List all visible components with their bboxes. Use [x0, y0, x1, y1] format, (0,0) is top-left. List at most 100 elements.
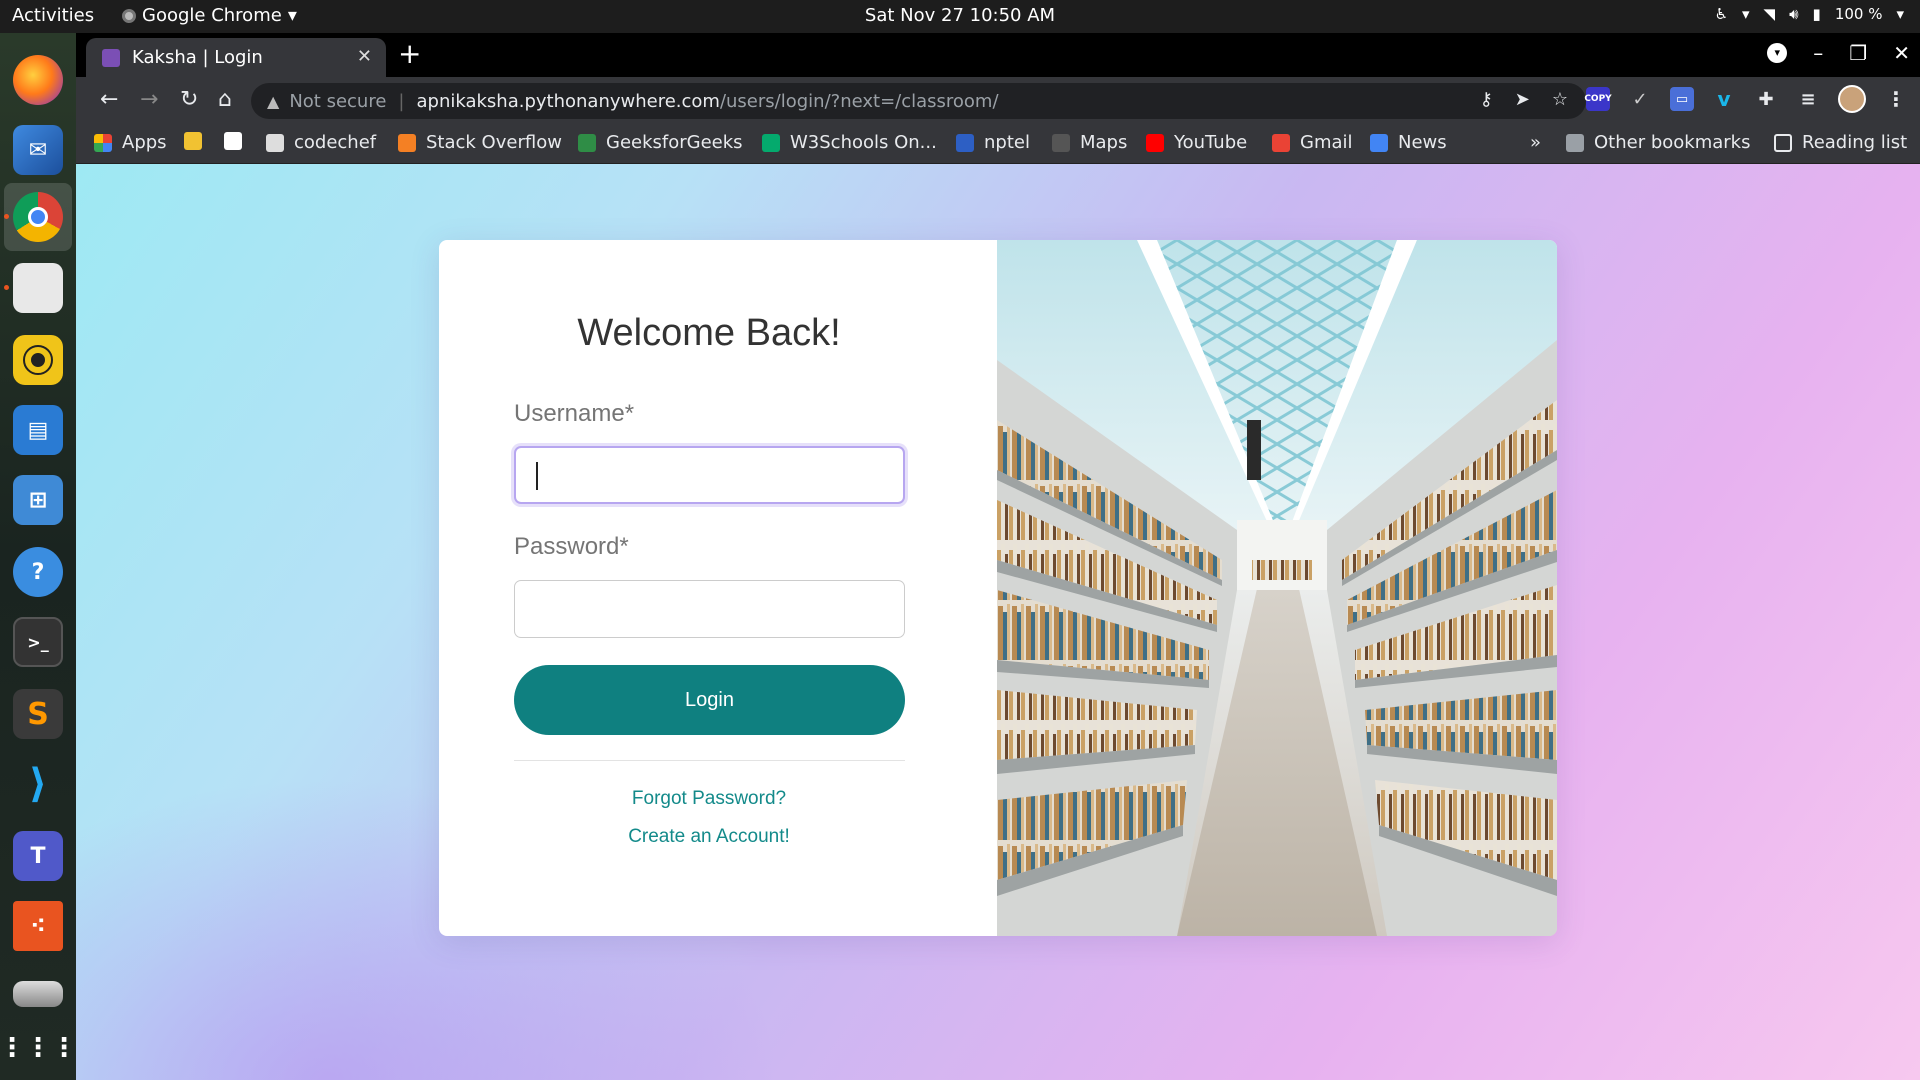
bookmark-apps[interactable]: Apps	[94, 132, 167, 153]
library-illustration	[997, 240, 1557, 936]
sublime-text-icon[interactable]: S	[13, 689, 63, 739]
bookmark-label: GeeksforGeeks	[606, 132, 743, 153]
bookmark-maps[interactable]: Maps	[1052, 132, 1127, 153]
bookmark-label: codechef	[294, 132, 377, 153]
copy-extension-icon[interactable]: COPY	[1584, 87, 1612, 111]
photo-icon	[184, 132, 202, 150]
codechef-icon	[266, 133, 284, 152]
accessibility-icon[interactable]: ♿︎	[1715, 5, 1728, 23]
battery-level: 100 %	[1834, 5, 1883, 23]
url-host: apnikaksha.pythonanywhere.com	[416, 90, 720, 112]
bookmark-photo[interactable]	[184, 132, 202, 150]
bookmark-youtube[interactable]: YouTube	[1146, 132, 1247, 153]
library-image	[997, 240, 1557, 936]
help-icon[interactable]: ?	[13, 547, 63, 597]
reading-list-button[interactable]: Reading list	[1774, 132, 1907, 153]
bookmark-other-bookmarks[interactable]: Other bookmarks	[1566, 132, 1750, 153]
teams-icon[interactable]: T	[13, 831, 63, 881]
tab-kaksha-login[interactable]: Kaksha | Login ✕	[86, 38, 386, 77]
check-extension-icon[interactable]: ✓	[1628, 87, 1652, 111]
new-tab-button[interactable]: +	[398, 40, 421, 68]
dock: ✉ ▤ ⊞ ? >_ S ⟩ T ⁖ ⋮⋮⋮	[0, 33, 77, 1080]
chrome-icon	[122, 8, 136, 23]
puzzle-icon[interactable]: ✚	[1754, 87, 1778, 111]
bookmark-label: Maps	[1080, 132, 1128, 153]
login-button[interactable]: Login	[514, 665, 905, 735]
home-icon[interactable]: ⌂	[218, 87, 232, 112]
chevron-down-icon: ▾	[1742, 5, 1750, 23]
close-window-icon[interactable]: ✕	[1893, 41, 1910, 65]
kebab-menu-icon[interactable]: ⋮	[1884, 87, 1908, 111]
chevron-down-icon: ▾	[1896, 5, 1904, 23]
username-label: Username*	[514, 400, 635, 427]
reload-icon[interactable]: ↻	[180, 87, 198, 112]
bookmark-nptel[interactable]: nptel	[956, 132, 1030, 153]
activities-button[interactable]: Activities	[12, 5, 94, 26]
system-tray[interactable]: ♿︎ ▾ ◥ 🔊︎ ▮ 100 % ▾	[1715, 5, 1904, 23]
kaksha-favicon-icon	[102, 48, 120, 67]
back-icon[interactable]: ←	[100, 87, 118, 112]
terminal-icon[interactable]: >_	[13, 617, 63, 667]
reading-list-icon	[1774, 133, 1792, 152]
divider	[514, 760, 905, 761]
media-control-icon[interactable]: ≡	[1796, 87, 1820, 111]
profile-avatar[interactable]	[1838, 85, 1866, 113]
firefox-icon[interactable]	[13, 55, 63, 105]
running-indicator	[4, 285, 9, 290]
show-apps-icon[interactable]: ⋮⋮⋮	[0, 1023, 77, 1073]
bookmark-label: Stack Overflow	[426, 132, 562, 153]
writer-icon[interactable]: ▤	[13, 405, 63, 455]
software-center-icon[interactable]: ⊞	[13, 475, 63, 525]
bookmark-geeksforgeeks[interactable]: GeeksforGeeks	[578, 132, 743, 153]
window-extension-icon[interactable]: ▭	[1670, 87, 1694, 111]
chrome-icon[interactable]	[13, 192, 63, 242]
separator: |	[398, 90, 405, 112]
bookmark-codechef[interactable]: codechef	[266, 132, 376, 153]
restore-icon[interactable]: ❐	[1849, 41, 1867, 65]
bookmark-label: W3Schools On...	[790, 132, 937, 153]
star-icon[interactable]: ☆	[1552, 89, 1568, 110]
bookmark-download[interactable]	[224, 132, 242, 150]
bookmark-news[interactable]: News	[1370, 132, 1447, 153]
password-field[interactable]	[514, 580, 905, 638]
bookmark-label: Other bookmarks	[1594, 132, 1751, 153]
app-menu-label: Google Chrome	[142, 5, 282, 26]
app-menu[interactable]: Google Chrome ▾	[122, 5, 297, 26]
bookmark-w3schools[interactable]: W3Schools On...	[762, 132, 937, 153]
running-indicator	[4, 214, 9, 219]
bookmark-gmail[interactable]: Gmail	[1272, 132, 1353, 153]
vscode-icon[interactable]: ⟩	[13, 759, 63, 809]
warning-icon[interactable]: ▲	[267, 92, 279, 111]
create-account-link[interactable]: Create an Account!	[439, 826, 979, 848]
send-icon[interactable]: ➤	[1515, 89, 1530, 110]
close-icon[interactable]: ✕	[357, 46, 372, 67]
address-bar[interactable]: ▲ Not secure | apnikaksha.pythonanywhere…	[251, 83, 1586, 119]
extensions-area: COPY ✓ ▭ v ✚ ≡ ⋮	[1584, 85, 1908, 113]
news-icon	[1370, 133, 1388, 152]
login-button-label: Login	[685, 688, 734, 711]
stackoverflow-icon	[398, 133, 416, 152]
forgot-password-link[interactable]: Forgot Password?	[439, 788, 979, 810]
bookmarks-overflow-button[interactable]: »	[1530, 132, 1541, 153]
tab-search-icon[interactable]: ▾	[1767, 43, 1788, 63]
bookmark-label: Gmail	[1300, 132, 1353, 153]
gmail-icon	[1272, 133, 1290, 152]
bookmark-stackoverflow[interactable]: Stack Overflow	[398, 132, 562, 153]
forward-icon[interactable]: →	[140, 87, 158, 112]
vimeo-extension-icon[interactable]: v	[1712, 87, 1736, 111]
maps-icon	[1052, 133, 1070, 152]
files-icon[interactable]	[13, 263, 63, 313]
key-icon[interactable]: ⚷	[1480, 89, 1493, 110]
w3schools-icon	[762, 133, 780, 152]
rhythmbox-icon[interactable]	[13, 335, 63, 385]
volume-icon: 🔊︎	[1789, 5, 1799, 23]
username-field[interactable]	[514, 446, 905, 504]
chevron-right-icon: »	[1530, 132, 1542, 153]
thunderbird-icon[interactable]: ✉	[13, 125, 63, 175]
minimize-icon[interactable]: –	[1813, 41, 1823, 65]
drive-icon[interactable]	[13, 981, 63, 1007]
page-background: Welcome Back! Username* Password* Login …	[76, 164, 1920, 1080]
ubuntu-installer-icon[interactable]: ⁖	[13, 901, 63, 951]
text-caret	[536, 462, 538, 490]
security-status[interactable]: Not secure	[289, 91, 386, 112]
